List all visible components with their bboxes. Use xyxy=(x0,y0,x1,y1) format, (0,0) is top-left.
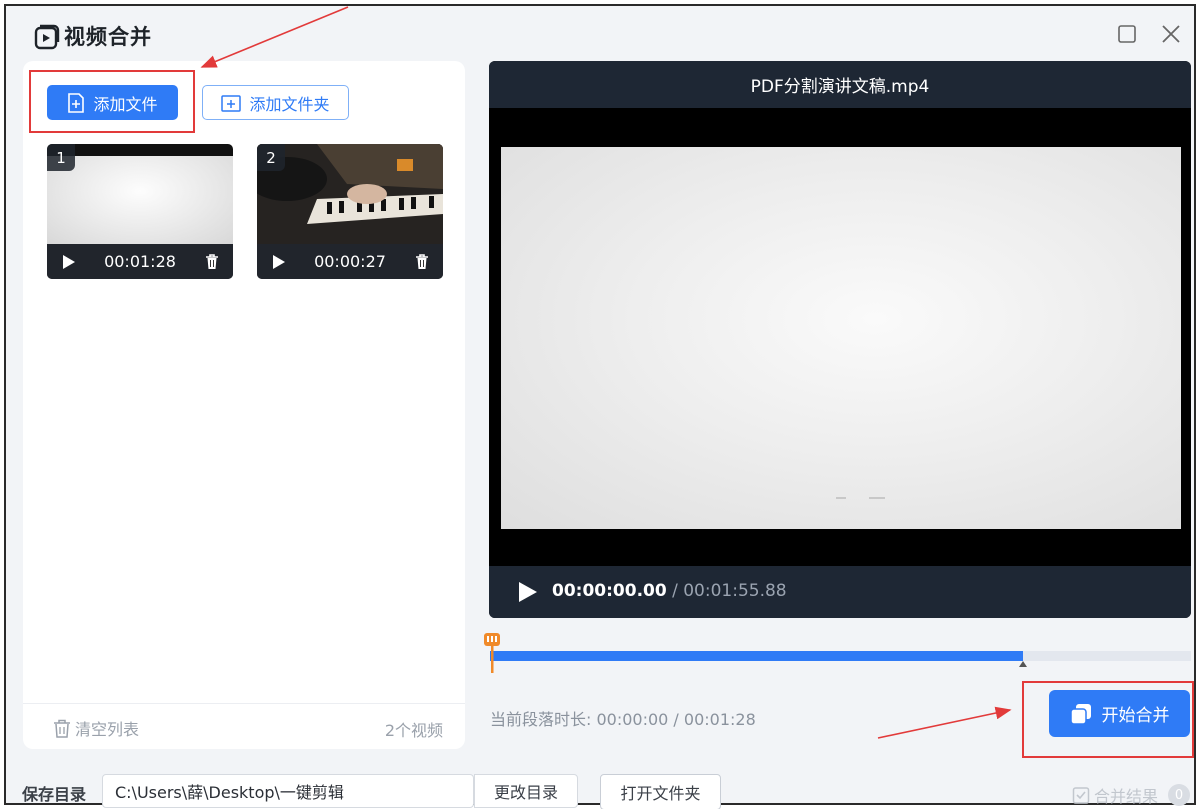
video-thumbnail[interactable]: 1 00:01:28 xyxy=(47,144,233,279)
add-file-label: 添加文件 xyxy=(93,94,158,114)
segment-duration: 当前段落时长: 00:00:00 / 00:01:28 xyxy=(490,710,756,729)
checklist-icon xyxy=(1072,787,1090,804)
frame-artifact xyxy=(869,497,885,499)
thumbnail-bar: 00:01:28 xyxy=(47,244,233,279)
add-file-icon xyxy=(68,92,85,113)
save-path-input[interactable] xyxy=(102,774,474,808)
total-time: 00:01:55.88 xyxy=(683,581,787,601)
app-window: 视频合并 添加文件 添加文件夹 1 00:01:28 2 00:00:27 清空… xyxy=(4,4,1196,809)
change-dir-button[interactable]: 更改目录 xyxy=(474,774,578,808)
frame-artifact xyxy=(836,497,846,499)
thumbnail-bar: 00:00:27 xyxy=(257,244,443,279)
add-folder-icon xyxy=(221,94,242,112)
timeline-progress xyxy=(490,651,1023,661)
timeline-track[interactable] xyxy=(484,633,1191,673)
merge-icon xyxy=(1069,703,1091,725)
clear-list-button[interactable]: 清空列表 xyxy=(53,716,139,740)
thumbnail-image xyxy=(47,156,233,244)
video-preview: PDF分割演讲文稿.mp4 00:00:00.00 / 00:01:55.88 xyxy=(489,61,1191,618)
maximize-icon[interactable] xyxy=(1116,23,1138,45)
video-index: 2 xyxy=(257,144,285,171)
add-folder-label: 添加文件夹 xyxy=(249,94,330,114)
preview-controls: 00:00:00.00 / 00:01:55.88 xyxy=(489,566,1191,618)
video-play-icon xyxy=(34,24,60,50)
preview-frame[interactable] xyxy=(501,147,1181,529)
merge-result-count-badge: 0 xyxy=(1168,784,1190,806)
trash-icon xyxy=(54,719,70,738)
video-count: 2个视频 xyxy=(384,721,443,740)
current-time: 00:00:00.00 xyxy=(552,581,667,601)
video-thumbnail[interactable]: 2 00:00:27 xyxy=(257,144,443,279)
save-dir-label: 保存目录 xyxy=(22,785,87,804)
add-folder-button[interactable]: 添加文件夹 xyxy=(202,85,349,120)
timeline-end-marker xyxy=(1018,661,1027,667)
video-index: 1 xyxy=(47,144,75,171)
playback-time: 00:00:00.00 / 00:01:55.88 xyxy=(552,581,787,601)
open-folder-button[interactable]: 打开文件夹 xyxy=(600,774,721,809)
play-icon[interactable] xyxy=(519,582,537,602)
list-footer: 清空列表 2个视频 xyxy=(23,703,465,749)
time-separator: / xyxy=(666,581,684,601)
video-list-panel: 添加文件 添加文件夹 1 00:01:28 2 00:00:27 清空列表 2个… xyxy=(23,61,465,749)
start-merge-label: 开始合并 xyxy=(1101,706,1170,726)
title-bar: 视频合并 xyxy=(6,6,1194,62)
timeline-handle-icon[interactable] xyxy=(484,633,500,673)
merge-result-label: 合并结果 xyxy=(1094,787,1159,806)
app-title: 视频合并 xyxy=(64,25,152,49)
trash-icon[interactable] xyxy=(415,254,429,270)
clear-list-label: 清空列表 xyxy=(75,720,140,739)
trash-icon[interactable] xyxy=(205,254,219,270)
start-merge-button[interactable]: 开始合并 xyxy=(1049,690,1190,737)
merge-result-button[interactable]: 合并结果 xyxy=(1072,783,1158,807)
preview-file-name: PDF分割演讲文稿.mp4 xyxy=(489,61,1191,108)
add-file-button[interactable]: 添加文件 xyxy=(47,85,178,120)
close-icon[interactable] xyxy=(1160,23,1182,45)
